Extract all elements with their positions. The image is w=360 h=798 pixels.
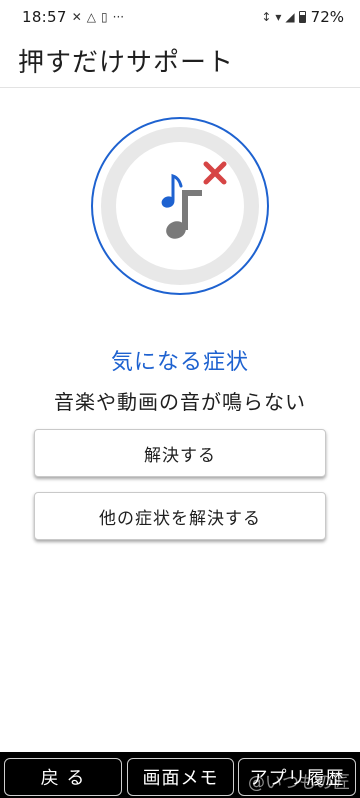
other-symptom-button[interactable]: 他の症状を解決する: [34, 492, 326, 540]
music-note-muted-icon: [91, 117, 269, 295]
bottom-nav: 戻 る 画面メモ アプリ履歴: [0, 752, 360, 798]
app-header: 押すだけサポート: [0, 34, 360, 88]
close-icon: ✕: [71, 10, 82, 24]
back-button[interactable]: 戻 る: [4, 758, 122, 796]
status-bar: 18:57 ✕ △ ▯ ··· ↕ ▾ ◢ 72%: [0, 0, 360, 34]
status-left: 18:57 ✕ △ ▯ ···: [22, 8, 124, 26]
hero-illustration: [90, 116, 270, 296]
hero-inner: [116, 142, 244, 270]
vibrate-icon: ↕: [261, 10, 272, 24]
status-time: 18:57: [22, 8, 67, 26]
page-title: 押すだけサポート: [18, 48, 235, 78]
phone-icon: ▯: [101, 10, 108, 24]
app-history-button[interactable]: アプリ履歴: [238, 758, 356, 796]
symptom-text: 音楽や動画の音が鳴らない: [54, 390, 306, 414]
symptom-label: 気になる症状: [110, 350, 249, 375]
signal-icon: ◢: [285, 10, 295, 24]
wifi-icon: ▾: [275, 10, 282, 24]
screen-memo-button[interactable]: 画面メモ: [127, 758, 234, 796]
status-right: ↕ ▾ ◢ 72%: [261, 8, 344, 26]
battery-icon: [298, 11, 306, 23]
more-icon: ···: [112, 10, 125, 24]
solve-button[interactable]: 解決する: [34, 429, 326, 477]
battery-percent: 72%: [310, 8, 344, 26]
drive-icon: △: [86, 10, 97, 24]
